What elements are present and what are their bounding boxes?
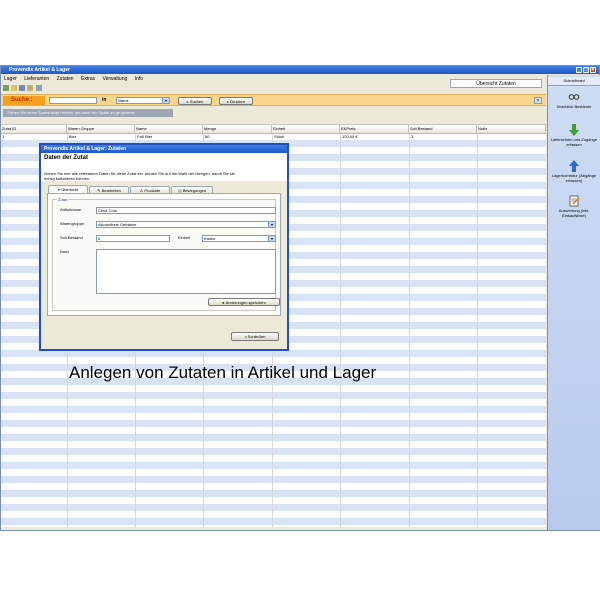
quickbar-item-receipts[interactable]: Lieferschein und Zugänge erfassen xyxy=(548,124,600,147)
arrow-up-icon xyxy=(569,160,579,172)
note-label: Notiz xyxy=(60,249,70,254)
group-select-value: Alkoholfreie Getränke xyxy=(98,222,137,227)
search-field-select[interactable]: Name ▾ xyxy=(116,97,170,104)
info-icon: ● xyxy=(57,187,61,192)
note-textarea[interactable] xyxy=(96,249,276,294)
grid-divider xyxy=(477,125,478,527)
table-cell: 1 xyxy=(2,134,5,139)
table-cell: Bier xyxy=(69,134,77,139)
close-button-label: Schließen xyxy=(247,334,266,339)
group-by-hint[interactable]: Ziehen Sie einen Spaltenkopf hierher, um… xyxy=(3,109,173,117)
save-button-label: Änderungen speichern xyxy=(225,300,266,305)
quickbar-item-report[interactable]: Auswertung (inkl. Einkaufsliste) xyxy=(548,195,600,218)
glasses-icon xyxy=(568,94,580,100)
dialog-heading: Daten der Zutat xyxy=(44,155,89,161)
new-icon[interactable] xyxy=(3,85,9,91)
minimize-button[interactable]: _ xyxy=(576,67,582,73)
ingredient-dialog: Provendis Artikel & Lager: Zutaten Daten… xyxy=(39,143,289,351)
save-icon: ■ xyxy=(222,300,225,305)
arrow-down-icon xyxy=(569,124,579,136)
search-label: Suche : xyxy=(3,96,45,105)
close-window-button[interactable]: × xyxy=(590,67,596,73)
window-titlebar: Provendis Artikel & Lager _ □ × xyxy=(1,66,599,74)
menu-lager[interactable]: Lager xyxy=(4,76,17,82)
search-icon: ▸ xyxy=(186,99,189,104)
grid-divider xyxy=(340,125,341,527)
unit-select-value: Kisten xyxy=(204,236,216,241)
save-icon[interactable] xyxy=(19,85,25,91)
search-input[interactable] xyxy=(49,97,97,104)
fieldset-legend: Zutat xyxy=(57,197,69,202)
print-button-label: Drucken xyxy=(230,99,246,104)
tab-overview[interactable]: ● Übersicht xyxy=(48,185,88,193)
group-label: Warengruppe xyxy=(60,221,85,226)
chevron-down-icon[interactable]: ▾ xyxy=(268,222,275,227)
quickbar-panel: Schnellwahl Überblick Bestände Liefersch… xyxy=(547,75,600,530)
print-icon[interactable] xyxy=(27,85,33,91)
table-cell: 120,00 € xyxy=(342,134,358,139)
notepad-icon xyxy=(569,195,580,207)
search-in-label: in xyxy=(102,97,107,103)
toolbar xyxy=(1,83,546,93)
save-changes-button[interactable]: ■ Änderungen speichern xyxy=(208,298,280,306)
search-button-label: Suchen xyxy=(189,99,204,104)
quickbar-label: Lieferschein und Zugänge erfassen xyxy=(550,137,598,147)
menu-info[interactable]: Info xyxy=(135,76,143,82)
unit-select[interactable]: Kisten ▾ xyxy=(202,235,276,242)
table-cell: Stück xyxy=(274,134,285,139)
group-select[interactable]: Alkoholfreie Getränke ▾ xyxy=(96,221,276,228)
quickbar-label: Überblick Bestände xyxy=(556,104,592,109)
open-icon[interactable] xyxy=(11,85,17,91)
menu-zutaten[interactable]: Zutaten xyxy=(57,76,74,82)
close-icon[interactable]: × xyxy=(534,97,542,104)
search-field-value: Name xyxy=(118,98,129,103)
print-icon: ▸ xyxy=(226,99,229,104)
quickbar-label: Lagerkorrektur (Abgänge erfassen) xyxy=(551,173,597,183)
quickbar-label: Auswertung (inkl. Einkaufsliste) xyxy=(558,208,590,218)
close-icon: ◂ xyxy=(244,334,247,339)
quickbar-item-overview[interactable]: Überblick Bestände xyxy=(548,91,600,109)
maximize-button[interactable]: □ xyxy=(583,67,589,73)
ingredient-fieldset: Zutat Artikelname Coca Cola Warengruppe … xyxy=(52,197,276,311)
dialog-titlebar: Provendis Artikel & Lager: Zutaten xyxy=(41,145,287,153)
settings-icon[interactable] xyxy=(36,85,42,91)
menu-verwaltung[interactable]: Verwaltung xyxy=(103,76,128,82)
window-title: Provendis Artikel & Lager xyxy=(9,67,70,73)
unit-label: Einheit xyxy=(178,235,191,240)
table-row[interactable]: 1 Bier Faß Bier 50 Stück 120,00 € 3 xyxy=(1,125,546,140)
dialog-description: Geben Sie hier alle relevanten Daten für… xyxy=(44,171,235,181)
name-label: Artikelname xyxy=(60,207,82,212)
tab-movements[interactable]: ▤ Bewegungen xyxy=(171,186,213,193)
quickbar-title: Schnellwahl xyxy=(548,77,600,86)
name-field[interactable]: Coca Cola xyxy=(96,207,276,214)
chevron-down-icon[interactable]: ▾ xyxy=(268,236,275,241)
quickbar-item-correction[interactable]: Lagerkorrektur (Abgänge erfassen) xyxy=(548,160,600,183)
caption: Anlegen von Zutaten in Artikel und Lager xyxy=(69,363,377,382)
menu-lieferanten[interactable]: Lieferanten xyxy=(24,76,49,82)
grid-divider xyxy=(409,125,410,527)
search-bar: Suche : in Name ▾ ▸ Suchen ▸ Drucken × xyxy=(1,94,546,106)
print-button[interactable]: ▸ Drucken xyxy=(219,97,253,105)
stock-field[interactable]: 0 xyxy=(96,235,170,242)
table-cell: 3 xyxy=(411,134,414,139)
search-button[interactable]: ▸ Suchen xyxy=(178,97,212,105)
tab-label: Übersicht xyxy=(61,187,79,192)
tab-panel: Zutat Artikelname Coca Cola Warengruppe … xyxy=(47,193,281,316)
dialog-header: Daten der Zutat Geben Sie hier alle rele… xyxy=(41,153,287,181)
stock-label: Soll-Bestand xyxy=(60,235,83,240)
tab-edit[interactable]: ✎ Bearbeiten xyxy=(89,186,129,193)
close-dialog-button[interactable]: ◂ Schließen xyxy=(231,332,279,341)
chevron-down-icon[interactable]: ▾ xyxy=(162,98,169,103)
table-cell xyxy=(478,133,543,140)
table-cell: Faß Bier xyxy=(137,134,153,139)
table-cell: 50 xyxy=(205,134,210,139)
tab-products[interactable]: ♙ Produkte xyxy=(130,186,170,193)
menu-extras[interactable]: Extras xyxy=(81,76,95,82)
